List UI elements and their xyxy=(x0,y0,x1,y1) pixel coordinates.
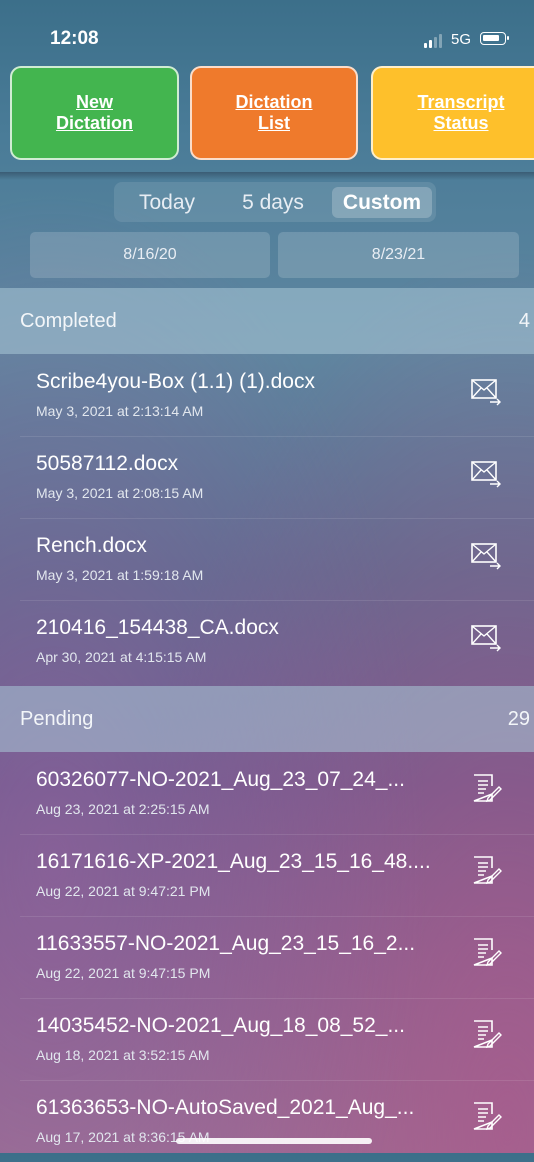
pending-item[interactable]: 61363653-NO-AutoSaved_2021_Aug_... Aug 1… xyxy=(20,1080,534,1162)
segment-custom[interactable]: Custom xyxy=(332,187,432,218)
completed-count: 4 xyxy=(518,310,530,332)
pending-item[interactable]: 11633557-NO-2021_Aug_23_15_16_2... Aug 2… xyxy=(20,916,534,999)
new-dictation-label: New Dictation xyxy=(55,92,133,133)
pending-item[interactable]: 14035452-NO-2021_Aug_18_08_52_... Aug 18… xyxy=(20,998,534,1081)
transcript-status-label: Transcript Status xyxy=(417,92,505,133)
edit-document-icon[interactable] xyxy=(470,854,502,886)
file-date: Aug 22, 2021 at 9:47:15 PM xyxy=(36,965,211,981)
completed-item[interactable]: 50587112.docx May 3, 2021 at 2:08:15 AM xyxy=(20,436,534,519)
completed-item[interactable]: 210416_154438_CA.docx Apr 30, 2021 at 4:… xyxy=(20,600,534,682)
pending-section-header[interactable]: Pending 29 xyxy=(0,686,534,752)
email-send-icon[interactable] xyxy=(470,374,502,406)
action-buttons: New Dictation Dictation List Transcript … xyxy=(10,66,534,160)
cellular-signal-icon xyxy=(424,34,444,48)
pending-title: Pending xyxy=(20,708,94,730)
pending-item[interactable]: 16171616-XP-2021_Aug_23_15_16_48.... Aug… xyxy=(20,834,534,917)
from-date-field[interactable]: 8/16/20 xyxy=(30,232,270,278)
file-name: 14035452-NO-2021_Aug_18_08_52_... xyxy=(36,1014,405,1037)
completed-title: Completed xyxy=(20,310,117,332)
file-name: 61363653-NO-AutoSaved_2021_Aug_... xyxy=(36,1096,415,1119)
completed-item[interactable]: Scribe4you-Box (1.1) (1).docx May 3, 202… xyxy=(20,354,534,437)
completed-section-header[interactable]: Completed 4 xyxy=(0,288,534,354)
battery-icon xyxy=(480,32,509,45)
file-date: May 3, 2021 at 1:59:18 AM xyxy=(36,567,204,583)
edit-document-icon[interactable] xyxy=(470,772,502,804)
file-date: Aug 18, 2021 at 3:52:15 AM xyxy=(36,1047,210,1063)
file-date: Aug 23, 2021 at 2:25:15 AM xyxy=(36,801,210,817)
edit-document-icon[interactable] xyxy=(470,936,502,968)
file-name: 16171616-XP-2021_Aug_23_15_16_48.... xyxy=(36,850,431,873)
home-indicator[interactable] xyxy=(176,1138,372,1144)
segment-today[interactable]: Today xyxy=(118,187,216,218)
file-name: Rench.docx xyxy=(36,534,147,557)
file-name: 210416_154438_CA.docx xyxy=(36,616,279,639)
date-range-segmented-control: Today 5 days Custom xyxy=(114,182,436,222)
pending-item[interactable]: 60326077-NO-2021_Aug_23_07_24_... Aug 23… xyxy=(20,752,534,835)
email-send-icon[interactable] xyxy=(470,538,502,570)
edit-document-icon[interactable] xyxy=(470,1100,502,1132)
transcript-status-button[interactable]: Transcript Status xyxy=(371,66,534,160)
file-date: May 3, 2021 at 2:08:15 AM xyxy=(36,485,204,501)
divider xyxy=(0,172,534,180)
completed-item[interactable]: Rench.docx May 3, 2021 at 1:59:18 AM xyxy=(20,518,534,601)
file-name: 50587112.docx xyxy=(36,452,179,475)
status-time: 12:08 xyxy=(50,28,99,49)
email-send-icon[interactable] xyxy=(470,456,502,488)
file-date: Aug 22, 2021 at 9:47:21 PM xyxy=(36,883,211,899)
pending-count: 29 xyxy=(507,708,530,730)
status-bar: 12:08 5G xyxy=(0,0,534,60)
file-name: 11633557-NO-2021_Aug_23_15_16_2... xyxy=(36,932,416,955)
file-name: 60326077-NO-2021_Aug_23_07_24_... xyxy=(36,768,405,791)
edit-document-icon[interactable] xyxy=(470,1018,502,1050)
dictation-list-label: Dictation List xyxy=(235,92,313,133)
segment-5-days[interactable]: 5 days xyxy=(222,187,324,218)
new-dictation-button[interactable]: New Dictation xyxy=(10,66,179,160)
file-name: Scribe4you-Box (1.1) (1).docx xyxy=(36,370,315,393)
to-date-field[interactable]: 8/23/21 xyxy=(278,232,519,278)
file-date: Apr 30, 2021 at 4:15:15 AM xyxy=(36,649,207,665)
dictation-list-button[interactable]: Dictation List xyxy=(190,66,358,160)
email-send-icon[interactable] xyxy=(470,620,502,652)
file-date: May 3, 2021 at 2:13:14 AM xyxy=(36,403,204,419)
network-type: 5G xyxy=(451,31,472,48)
